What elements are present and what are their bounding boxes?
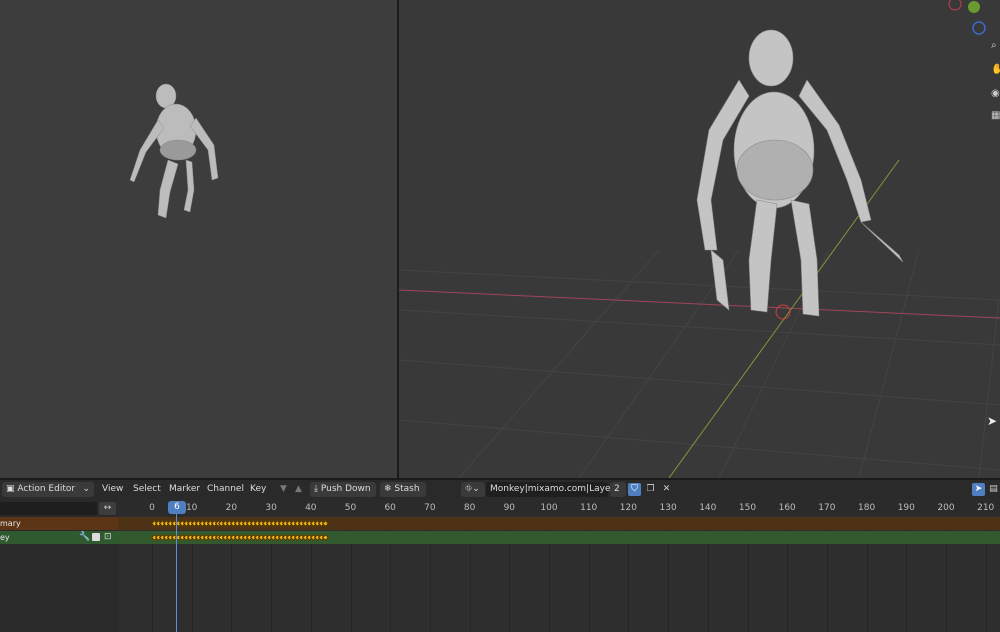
frame-tick: 80 xyxy=(463,503,476,513)
frame-tick: 200 xyxy=(937,503,955,513)
up-arrow-icon[interactable]: ▲ xyxy=(292,483,305,496)
hand-icon[interactable]: ✋ xyxy=(991,64,1000,78)
frame-tick: 30 xyxy=(265,503,277,513)
camera-preview-monkey xyxy=(129,83,219,219)
menu-marker[interactable]: Marker xyxy=(169,483,200,496)
monkey-model xyxy=(696,29,904,317)
stash-label: Stash xyxy=(394,484,420,494)
push-down-button[interactable]: ⤓ Push Down xyxy=(310,482,376,497)
keyframe[interactable] xyxy=(321,519,329,528)
zoom-icon[interactable]: ⌕ xyxy=(991,40,1000,54)
frame-tick: 160 xyxy=(778,503,796,513)
summary-track[interactable] xyxy=(118,517,1000,530)
gizmo-y-icon xyxy=(968,1,980,13)
push-down-label: Push Down xyxy=(320,484,371,494)
frame-tick: 170 xyxy=(818,503,836,513)
push-down-icon: ⤓ xyxy=(314,484,321,494)
action-browse-button[interactable]: ⛗⌄ xyxy=(461,482,485,497)
viewport-scene xyxy=(399,0,1000,478)
grid-icon[interactable]: ▦ xyxy=(991,110,1000,124)
checkbox-icon[interactable] xyxy=(92,533,100,541)
frame-tick: 10 xyxy=(185,503,198,513)
down-arrow-icon[interactable]: ▼ xyxy=(277,483,290,496)
x-axis-line xyxy=(399,289,1000,319)
duplicate-icon[interactable]: ❐ xyxy=(644,483,657,496)
menu-select[interactable]: Select xyxy=(133,483,161,496)
lock-icon[interactable]: ⊡ xyxy=(104,531,112,544)
menu-view[interactable]: View xyxy=(102,483,123,496)
action-track[interactable] xyxy=(118,531,1000,544)
3d-cursor-icon xyxy=(775,304,791,320)
floor-grid xyxy=(399,249,1000,478)
frame-tick: 150 xyxy=(738,503,757,513)
wrench-icon[interactable]: 🔧 xyxy=(79,531,90,544)
frame-tick: 40 xyxy=(305,503,317,513)
stash-icon: ❄ xyxy=(384,484,395,494)
filter-toggle-button[interactable]: ↔ xyxy=(99,502,116,515)
playhead-line[interactable] xyxy=(176,508,177,632)
gizmo-x-icon xyxy=(948,0,962,11)
frame-tick: 210 xyxy=(977,503,995,513)
only-selected-icon[interactable]: ➤ xyxy=(972,483,985,496)
editor-mode-label: Action Editor xyxy=(17,484,76,494)
frame-tick: 50 xyxy=(344,503,357,513)
unlink-icon[interactable]: ✕ xyxy=(660,483,673,496)
frame-tick: 130 xyxy=(659,503,677,513)
summary-label: mary xyxy=(0,519,21,528)
frame-tick: 20 xyxy=(225,503,238,513)
frame-tick: 120 xyxy=(619,503,637,513)
summary-channel-row[interactable]: mary xyxy=(0,517,118,530)
camera-viewport[interactable] xyxy=(0,0,397,478)
dropdown-icon: ⌄ xyxy=(82,484,90,494)
frame-tick: 110 xyxy=(580,503,598,513)
dope-sheet-header: ▣ Action Editor ⌄ View Select Marker Chan… xyxy=(0,480,1000,499)
action-browse-icon: ⛗⌄ xyxy=(465,484,480,494)
fake-user-icon[interactable]: ⛉ xyxy=(628,483,641,496)
3d-viewport[interactable]: ⌕ ✋ ◉ ▦ ➤ xyxy=(399,0,1000,478)
user-count: 2 xyxy=(610,482,626,497)
frame-tick: 0 xyxy=(149,503,155,513)
time-ruler[interactable]: 0 10 20 30 40 50 60 70 80 90 100 110 120 130 140 150 160… xyxy=(118,499,1000,516)
frame-tick: 90 xyxy=(503,503,516,513)
menu-key[interactable]: Key xyxy=(250,483,266,496)
menu-channel[interactable]: Channel xyxy=(207,483,244,496)
frame-tick: 70 xyxy=(424,503,436,513)
navigation-gizmo xyxy=(948,0,986,35)
editor-mode-select[interactable]: ▣ Action Editor ⌄ xyxy=(2,482,94,497)
current-frame-badge[interactable]: 6 xyxy=(168,501,186,514)
keyframe[interactable] xyxy=(321,533,329,542)
frame-tick: 140 xyxy=(699,503,717,513)
channel-search-input[interactable] xyxy=(0,502,97,515)
action-channel-row[interactable]: ey 🔧 ⊡ xyxy=(0,531,118,544)
action-label: ey xyxy=(0,533,10,542)
camera-icon[interactable]: ◉ xyxy=(991,88,1000,102)
cursor-icon: ➤ xyxy=(987,414,998,428)
stash-button[interactable]: ❄ Stash xyxy=(380,482,426,497)
frame-tick: 180 xyxy=(858,503,876,513)
frame-tick: 190 xyxy=(897,503,915,513)
editor-type-icon: ▣ xyxy=(6,484,18,494)
frame-tick: 100 xyxy=(540,503,558,513)
frame-tick: 60 xyxy=(384,503,396,513)
gizmo-z-icon xyxy=(972,21,986,35)
filter-icon[interactable]: ▤ xyxy=(987,483,1000,496)
action-name-field[interactable]: Monkey|mixamo.com|Layer0 xyxy=(486,482,620,497)
